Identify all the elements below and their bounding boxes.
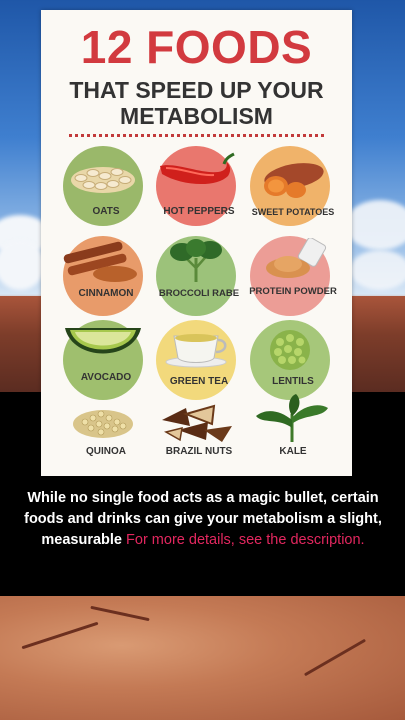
food-label: PROTEIN POWDER — [249, 286, 337, 297]
more-details-link[interactable]: For more details, see the description. — [126, 532, 365, 548]
food-label: BROCCOLI RABE — [158, 288, 240, 299]
food-sweet-potatoes: SWEET POTATOES — [250, 146, 336, 232]
food-protein-powder: PROTEIN POWDER — [249, 236, 337, 322]
cloud — [350, 250, 405, 290]
rock-background — [0, 596, 405, 720]
food-green-tea: GREEN TEA — [156, 320, 242, 406]
food-label: GREEN TEA — [169, 376, 229, 387]
rock-crack — [90, 605, 150, 622]
rock-crack — [303, 638, 367, 677]
food-kale: KALE — [250, 394, 336, 486]
food-label: OATS — [92, 206, 120, 217]
food-label: HOT PEPPERS — [163, 206, 235, 217]
food-label: BRAZIL NUTS — [165, 446, 233, 457]
infographic-title: 12 FOODS — [80, 21, 313, 73]
broccoli-rabe-icon — [170, 239, 222, 282]
infographic-subtitle-line1: THAT SPEED UP YOUR — [69, 77, 324, 103]
food-quinoa: QUINOA — [63, 400, 149, 486]
green-tea-icon — [165, 334, 227, 368]
food-label: SWEET POTATOES — [251, 207, 335, 217]
infographic-card: 12 FOODS THAT SPEED UP YOUR METABOLISM O… — [41, 10, 352, 476]
rock-crack — [21, 621, 99, 650]
food-label: LENTILS — [272, 376, 314, 387]
lentils-icon — [270, 330, 310, 370]
food-label: CINNAMON — [78, 288, 134, 299]
hot-pepper-icon — [160, 152, 235, 185]
brazil-nuts-icon — [162, 404, 232, 442]
kale-icon — [256, 394, 328, 442]
food-hot-peppers: HOT PEPPERS — [156, 146, 242, 232]
food-label: KALE — [279, 446, 307, 457]
sweet-potato-icon — [264, 163, 324, 198]
infographic-subtitle-line2: METABOLISM — [120, 103, 273, 129]
oats-icon — [71, 167, 135, 193]
food-broccoli-rabe: BROCCOLI RABE — [156, 236, 242, 322]
cinnamon-icon — [63, 241, 137, 282]
dotted-divider — [69, 134, 324, 137]
food-label: AVOCADO — [80, 372, 132, 383]
avocado-icon — [65, 328, 141, 354]
food-avocado: AVOCADO — [63, 320, 149, 406]
video-caption: While no single food acts as a magic bul… — [20, 488, 386, 551]
food-oats: OATS — [63, 146, 149, 232]
food-cinnamon: CINNAMON — [63, 236, 149, 322]
protein-powder-icon — [266, 238, 327, 278]
quinoa-icon — [73, 410, 133, 438]
food-label: QUINOA — [86, 446, 126, 457]
food-brazil-nuts: BRAZIL NUTS — [156, 400, 242, 486]
